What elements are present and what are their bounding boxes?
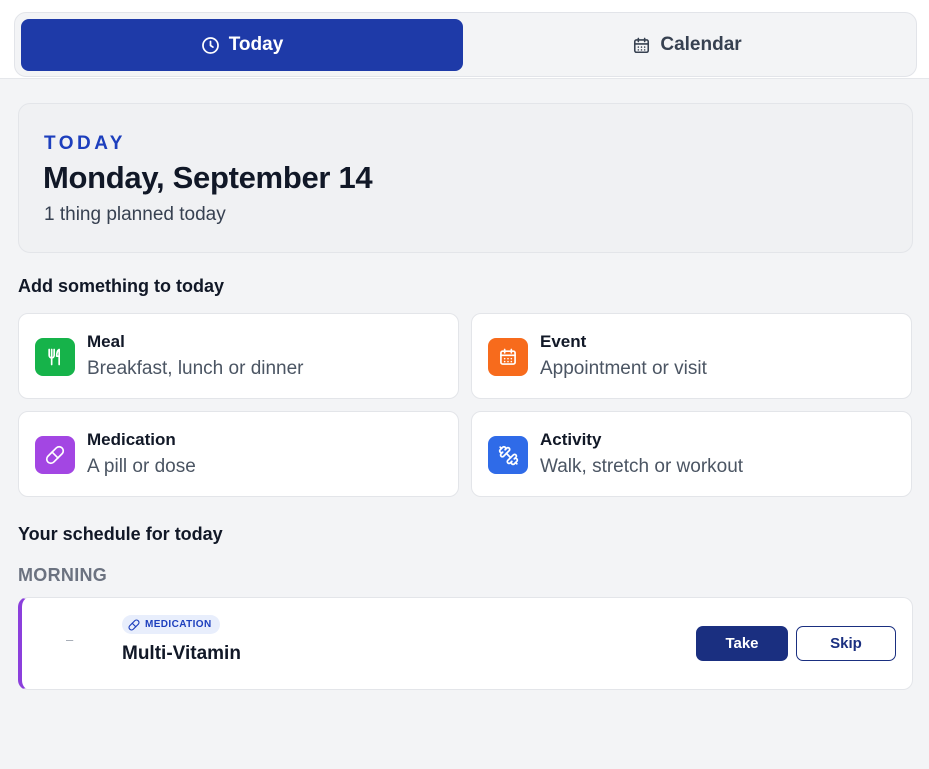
- planned-count: 1 thing planned today: [44, 204, 226, 225]
- medication-badge: MEDICATION: [122, 615, 220, 634]
- add-activity-title: Activity: [540, 430, 602, 449]
- add-medication-title: Medication: [87, 430, 176, 449]
- dumbbell-icon: [488, 436, 528, 474]
- schedule-item-name: Multi-Vitamin: [122, 643, 241, 664]
- add-event-card[interactable]: Event Appointment or visit: [471, 313, 912, 399]
- add-event-description: Appointment or visit: [540, 358, 707, 379]
- pill-icon: [35, 436, 75, 474]
- schedule-item: – MEDICATION Multi-Vitamin Take Skip: [18, 597, 913, 690]
- clock-icon: [201, 36, 219, 54]
- tab-today[interactable]: Today: [21, 19, 463, 71]
- page-title: Monday, September 14: [43, 160, 373, 195]
- schedule-item-time: –: [66, 632, 74, 647]
- skip-button[interactable]: Skip: [796, 626, 896, 661]
- add-section-title: Add something to today: [18, 276, 224, 296]
- period-heading: MORNING: [18, 565, 108, 585]
- add-meal-description: Breakfast, lunch or dinner: [87, 358, 304, 379]
- tab-today-label: Today: [228, 34, 284, 55]
- badge-label: MEDICATION: [145, 619, 212, 630]
- view-tabs: Today Calendar: [14, 12, 917, 77]
- take-button[interactable]: Take: [696, 626, 788, 661]
- top-bar: Today Calendar: [0, 0, 929, 79]
- add-activity-description: Walk, stretch or workout: [540, 456, 744, 477]
- add-activity-card[interactable]: Activity Walk, stretch or workout: [471, 411, 912, 497]
- add-event-title: Event: [540, 332, 587, 351]
- add-medication-card[interactable]: Medication A pill or dose: [18, 411, 459, 497]
- today-eyebrow: TODAY: [44, 133, 126, 154]
- add-meal-card[interactable]: Meal Breakfast, lunch or dinner: [18, 313, 459, 399]
- today-summary-card: TODAY Monday, September 14 1 thing plann…: [18, 103, 913, 253]
- add-medication-description: A pill or dose: [87, 456, 196, 477]
- calendar-icon: [634, 37, 650, 53]
- tab-calendar[interactable]: Calendar: [466, 19, 908, 71]
- schedule-section-title: Your schedule for today: [18, 524, 223, 544]
- pill-icon: [128, 619, 140, 630]
- tab-calendar-label: Calendar: [660, 34, 742, 55]
- add-meal-title: Meal: [87, 332, 125, 351]
- calendar-icon: [488, 338, 528, 376]
- utensils-icon: [35, 338, 75, 376]
